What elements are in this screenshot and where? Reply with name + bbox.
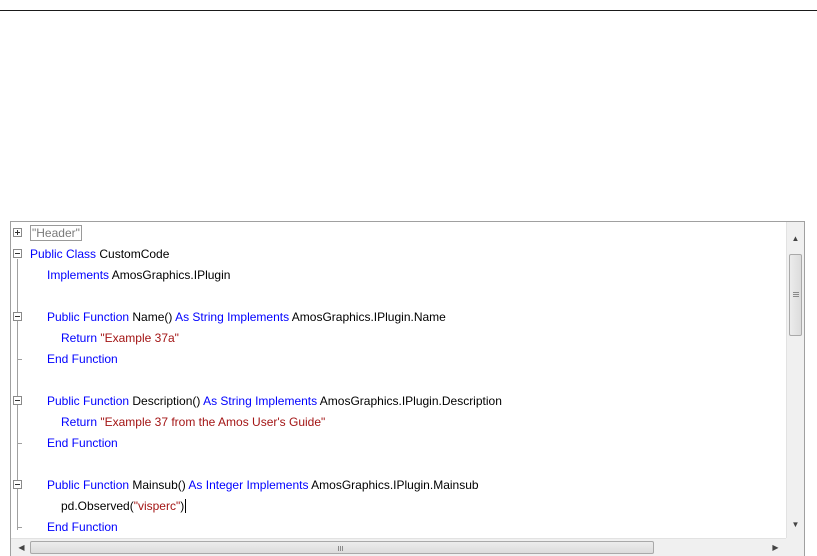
text-caret	[185, 499, 187, 513]
code-line-return-description[interactable]: Return "Example 37 from the Amos User's …	[11, 412, 771, 432]
grip-line	[793, 296, 799, 297]
keyword: Public Function	[47, 310, 130, 324]
code-line-observed[interactable]: pd.Observed("visperc")	[11, 496, 771, 516]
identifier: AmosGraphics.IPlugin.Mainsub	[308, 478, 479, 492]
code-area[interactable]: "Header" Public Class CustomCode Impleme…	[11, 222, 779, 538]
vertical-scroll-thumb[interactable]	[789, 254, 802, 336]
minus-box-icon[interactable]	[13, 249, 22, 258]
header-region[interactable]: "Header"	[30, 225, 82, 241]
identifier: AmosGraphics.IPlugin.Description	[317, 394, 502, 408]
keyword: As String Implements	[175, 310, 290, 324]
keyword: End Function	[47, 352, 118, 366]
identifier: )	[180, 499, 185, 513]
horizontal-scrollbar[interactable]: ◀ ▶	[11, 538, 788, 556]
code-line-end-function[interactable]: End Function	[11, 349, 771, 369]
identifier: Description()	[129, 394, 204, 408]
grip-line	[340, 546, 341, 551]
class-name: CustomCode	[96, 247, 170, 261]
grip-line	[342, 546, 343, 551]
arrow-right-icon[interactable]: ▶	[767, 539, 784, 556]
arrow-left-icon[interactable]: ◀	[13, 539, 30, 556]
code-line-function-description[interactable]: Public Function Description() As String …	[11, 391, 771, 411]
code-line-function-mainsub[interactable]: Public Function Mainsub() As Integer Imp…	[11, 475, 771, 495]
code-editor[interactable]: "Header" Public Class CustomCode Impleme…	[10, 221, 805, 556]
arrow-up-icon[interactable]: ▲	[787, 230, 804, 247]
scrollbar-corner	[786, 538, 804, 556]
horizontal-scroll-thumb[interactable]	[30, 541, 654, 554]
minus-box-icon[interactable]	[13, 312, 22, 321]
keyword: Public Function	[47, 478, 130, 492]
top-rule	[0, 10, 817, 11]
vertical-scrollbar[interactable]: ▲ ▼	[786, 222, 804, 538]
fold-end-tick	[17, 443, 22, 444]
code-line-header[interactable]: "Header"	[11, 223, 771, 243]
keyword: Return	[61, 415, 98, 429]
grip-line	[793, 294, 799, 295]
identifier: pd.Observed(	[61, 499, 134, 513]
keyword: As String Implements	[203, 394, 318, 408]
keyword: Implements	[47, 268, 110, 282]
identifier: AmosGraphics.IPlugin	[109, 268, 231, 282]
keyword: Public Function	[47, 394, 130, 408]
grip-line	[338, 546, 339, 551]
keyword: Public Class	[30, 247, 97, 261]
code-line-implements[interactable]: Implements AmosGraphics.IPlugin	[11, 265, 771, 285]
fold-end-tick	[17, 527, 22, 528]
plus-box-icon[interactable]	[13, 228, 22, 237]
code-line-class[interactable]: Public Class CustomCode	[11, 244, 771, 264]
identifier: Mainsub()	[129, 478, 189, 492]
string-literal: "visperc"	[133, 499, 181, 513]
code-line-end-function[interactable]: End Function	[11, 517, 771, 537]
arrow-down-icon[interactable]: ▼	[787, 516, 804, 533]
code-line-function-name[interactable]: Public Function Name() As String Impleme…	[11, 307, 771, 327]
grip-line	[793, 292, 799, 293]
code-line-return-name[interactable]: Return "Example 37a"	[11, 328, 771, 348]
minus-box-icon[interactable]	[13, 396, 22, 405]
keyword: Return	[61, 331, 98, 345]
keyword: End Function	[47, 520, 118, 534]
identifier: AmosGraphics.IPlugin.Name	[289, 310, 446, 324]
keyword: As Integer Implements	[188, 478, 309, 492]
fold-end-tick	[17, 359, 22, 360]
identifier: Name()	[129, 310, 176, 324]
keyword: End Function	[47, 436, 118, 450]
string-literal: "Example 37 from the Amos User's Guide"	[97, 415, 326, 429]
code-line-end-function[interactable]: End Function	[11, 433, 771, 453]
string-literal: "Example 37a"	[97, 331, 179, 345]
minus-box-icon[interactable]	[13, 480, 22, 489]
